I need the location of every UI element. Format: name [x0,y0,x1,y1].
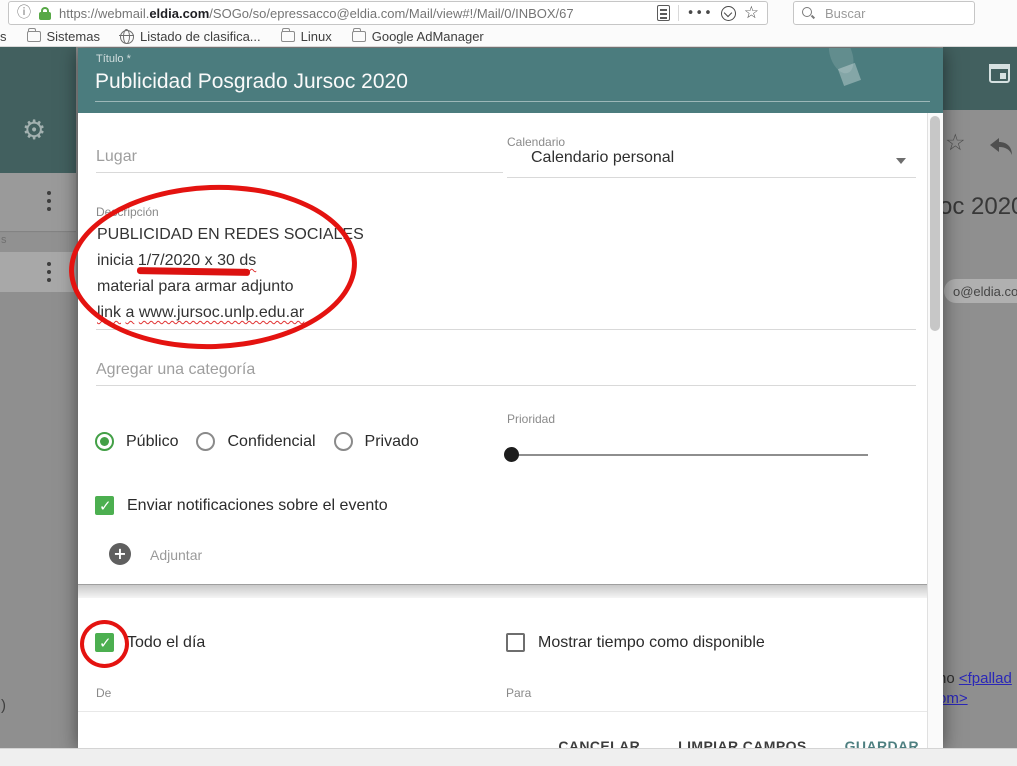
dialog-actions: CANCELAR LIMPIAR CAMPOS GUARDAR [554,736,923,748]
attach-button[interactable]: + [109,543,131,565]
title-input[interactable]: Publicidad Posgrado Jursoc 2020 [95,70,408,94]
globe-icon [120,30,134,44]
bookmark-label: Listado de clasifica... [140,29,261,44]
screen: ⓘ https://webmail. eldia.com /SOGo/so/ep… [0,0,1017,766]
browser-toolbar: ⓘ https://webmail. eldia.com /SOGo/so/ep… [0,0,1017,47]
divider [678,5,679,21]
category-input[interactable] [96,361,916,386]
pocket-icon[interactable] [721,6,736,21]
reply-arrow-icon [988,137,1014,162]
all-day-label: Todo el día [127,634,205,652]
background-list-row-selected [0,252,76,292]
kebab-menu-icon [47,191,51,215]
show-available-checkbox[interactable] [506,633,525,652]
reader-view-icon[interactable] [657,5,670,21]
cancel-button[interactable]: CANCELAR [554,736,644,748]
notifications-label: Enviar notificaciones sobre el evento [127,497,388,515]
chevron-down-icon[interactable] [896,158,906,164]
divider [78,711,943,712]
classification-option[interactable]: Privado [334,432,419,451]
classification-option[interactable]: Confidencial [196,432,315,451]
page-actions-icon[interactable]: ••• [687,7,713,20]
background-mail-body-fragment: no <fpallad om> [938,669,1012,709]
calendar-icon [989,64,1010,83]
show-available-row[interactable]: Mostrar tiempo como disponible [506,633,765,652]
bookmark-item[interactable]: Google AdManager [352,29,484,44]
radio-icon[interactable] [95,432,114,451]
event-editor-dialog: Título * Publicidad Posgrado Jursoc 2020… [78,48,943,748]
url-prefix: https://webmail. [59,6,149,21]
background-sidebar-header: ⚙ [0,47,76,173]
from-label: De [96,686,111,700]
background-text-fragment: ) [1,697,6,714]
search-icon [802,7,815,20]
background-list-row [0,173,76,232]
dialog-header: Título * Publicidad Posgrado Jursoc 2020 [78,48,943,113]
info-icon[interactable]: ⓘ [17,6,31,20]
folder-icon [27,31,41,42]
attach-label: Adjuntar [150,547,202,563]
page-bottom-strip [0,748,1017,766]
bookmark-star-icon[interactable]: ☆ [744,5,759,22]
url-text[interactable]: https://webmail. eldia.com /SOGo/so/epre… [59,6,649,21]
bookmark-label: Google AdManager [372,29,484,44]
annotation-circle [80,620,129,668]
url-domain: eldia.com [149,6,209,21]
search-box[interactable] [793,1,975,25]
bookmark-label: Linux [301,29,332,44]
title-field-label: Título * [96,53,131,65]
calendar-select[interactable]: Calendario personal [507,149,916,178]
radio-label: Confidencial [227,433,315,451]
bookmark-item[interactable]: Sistemas [27,29,100,44]
calendar-select-value: Calendario personal [531,149,674,167]
email-link-fragment: <fpallad [959,670,1012,687]
settings-gear-icon: ⚙ [22,117,46,144]
lock-watermark-icon [828,48,866,67]
notifications-row[interactable]: Enviar notificaciones sobre el evento [95,496,388,515]
notifications-checkbox[interactable] [95,496,114,515]
calendar-select-label: Calendario [507,135,565,149]
show-available-label: Mostrar tiempo como disponible [538,634,765,652]
bookmark-label: Sistemas [47,29,100,44]
radio-icon[interactable] [196,432,215,451]
section-divider [78,584,943,598]
star-icon: ☆ [945,132,966,155]
email-address-chip: o@eldia.com [944,279,1017,303]
background-text-fragment: s [1,234,7,246]
url-path: /SOGo/so/epressacco@eldia.com/Mail/view#… [209,6,573,21]
dialog-scrollbar-thumb[interactable] [930,116,940,331]
classification-group: Público Confidencial Privado [95,432,419,451]
bookmark-item[interactable]: Listado de clasifica... [120,29,261,44]
background-subject-fragment: oc 2020 [939,193,1017,221]
bookmark-item[interactable]: Linux [281,29,332,44]
bookmark-overflow-fragment[interactable]: s [0,29,7,44]
folder-icon [352,31,366,42]
url-bar[interactable]: ⓘ https://webmail. eldia.com /SOGo/so/ep… [8,1,768,25]
bookmarks-bar: s Sistemas Listado de clasifica... Linux Go… [0,26,1017,47]
kebab-menu-icon [47,262,51,286]
save-button[interactable]: GUARDAR [841,736,923,748]
lock-icon[interactable] [39,7,51,20]
radio-icon[interactable] [334,432,353,451]
folder-icon [281,31,295,42]
search-input[interactable] [823,5,966,22]
background-list-row [0,233,76,252]
priority-slider-track[interactable] [507,454,868,456]
clear-fields-button[interactable]: LIMPIAR CAMPOS [674,736,811,748]
radio-label: Privado [365,433,419,451]
to-label: Para [506,686,531,700]
radio-label: Público [126,433,178,451]
priority-label: Prioridad [507,412,555,426]
priority-slider-thumb[interactable] [504,447,519,462]
input-underline [95,101,930,102]
location-input[interactable] [96,148,503,173]
classification-option[interactable]: Público [95,432,178,451]
